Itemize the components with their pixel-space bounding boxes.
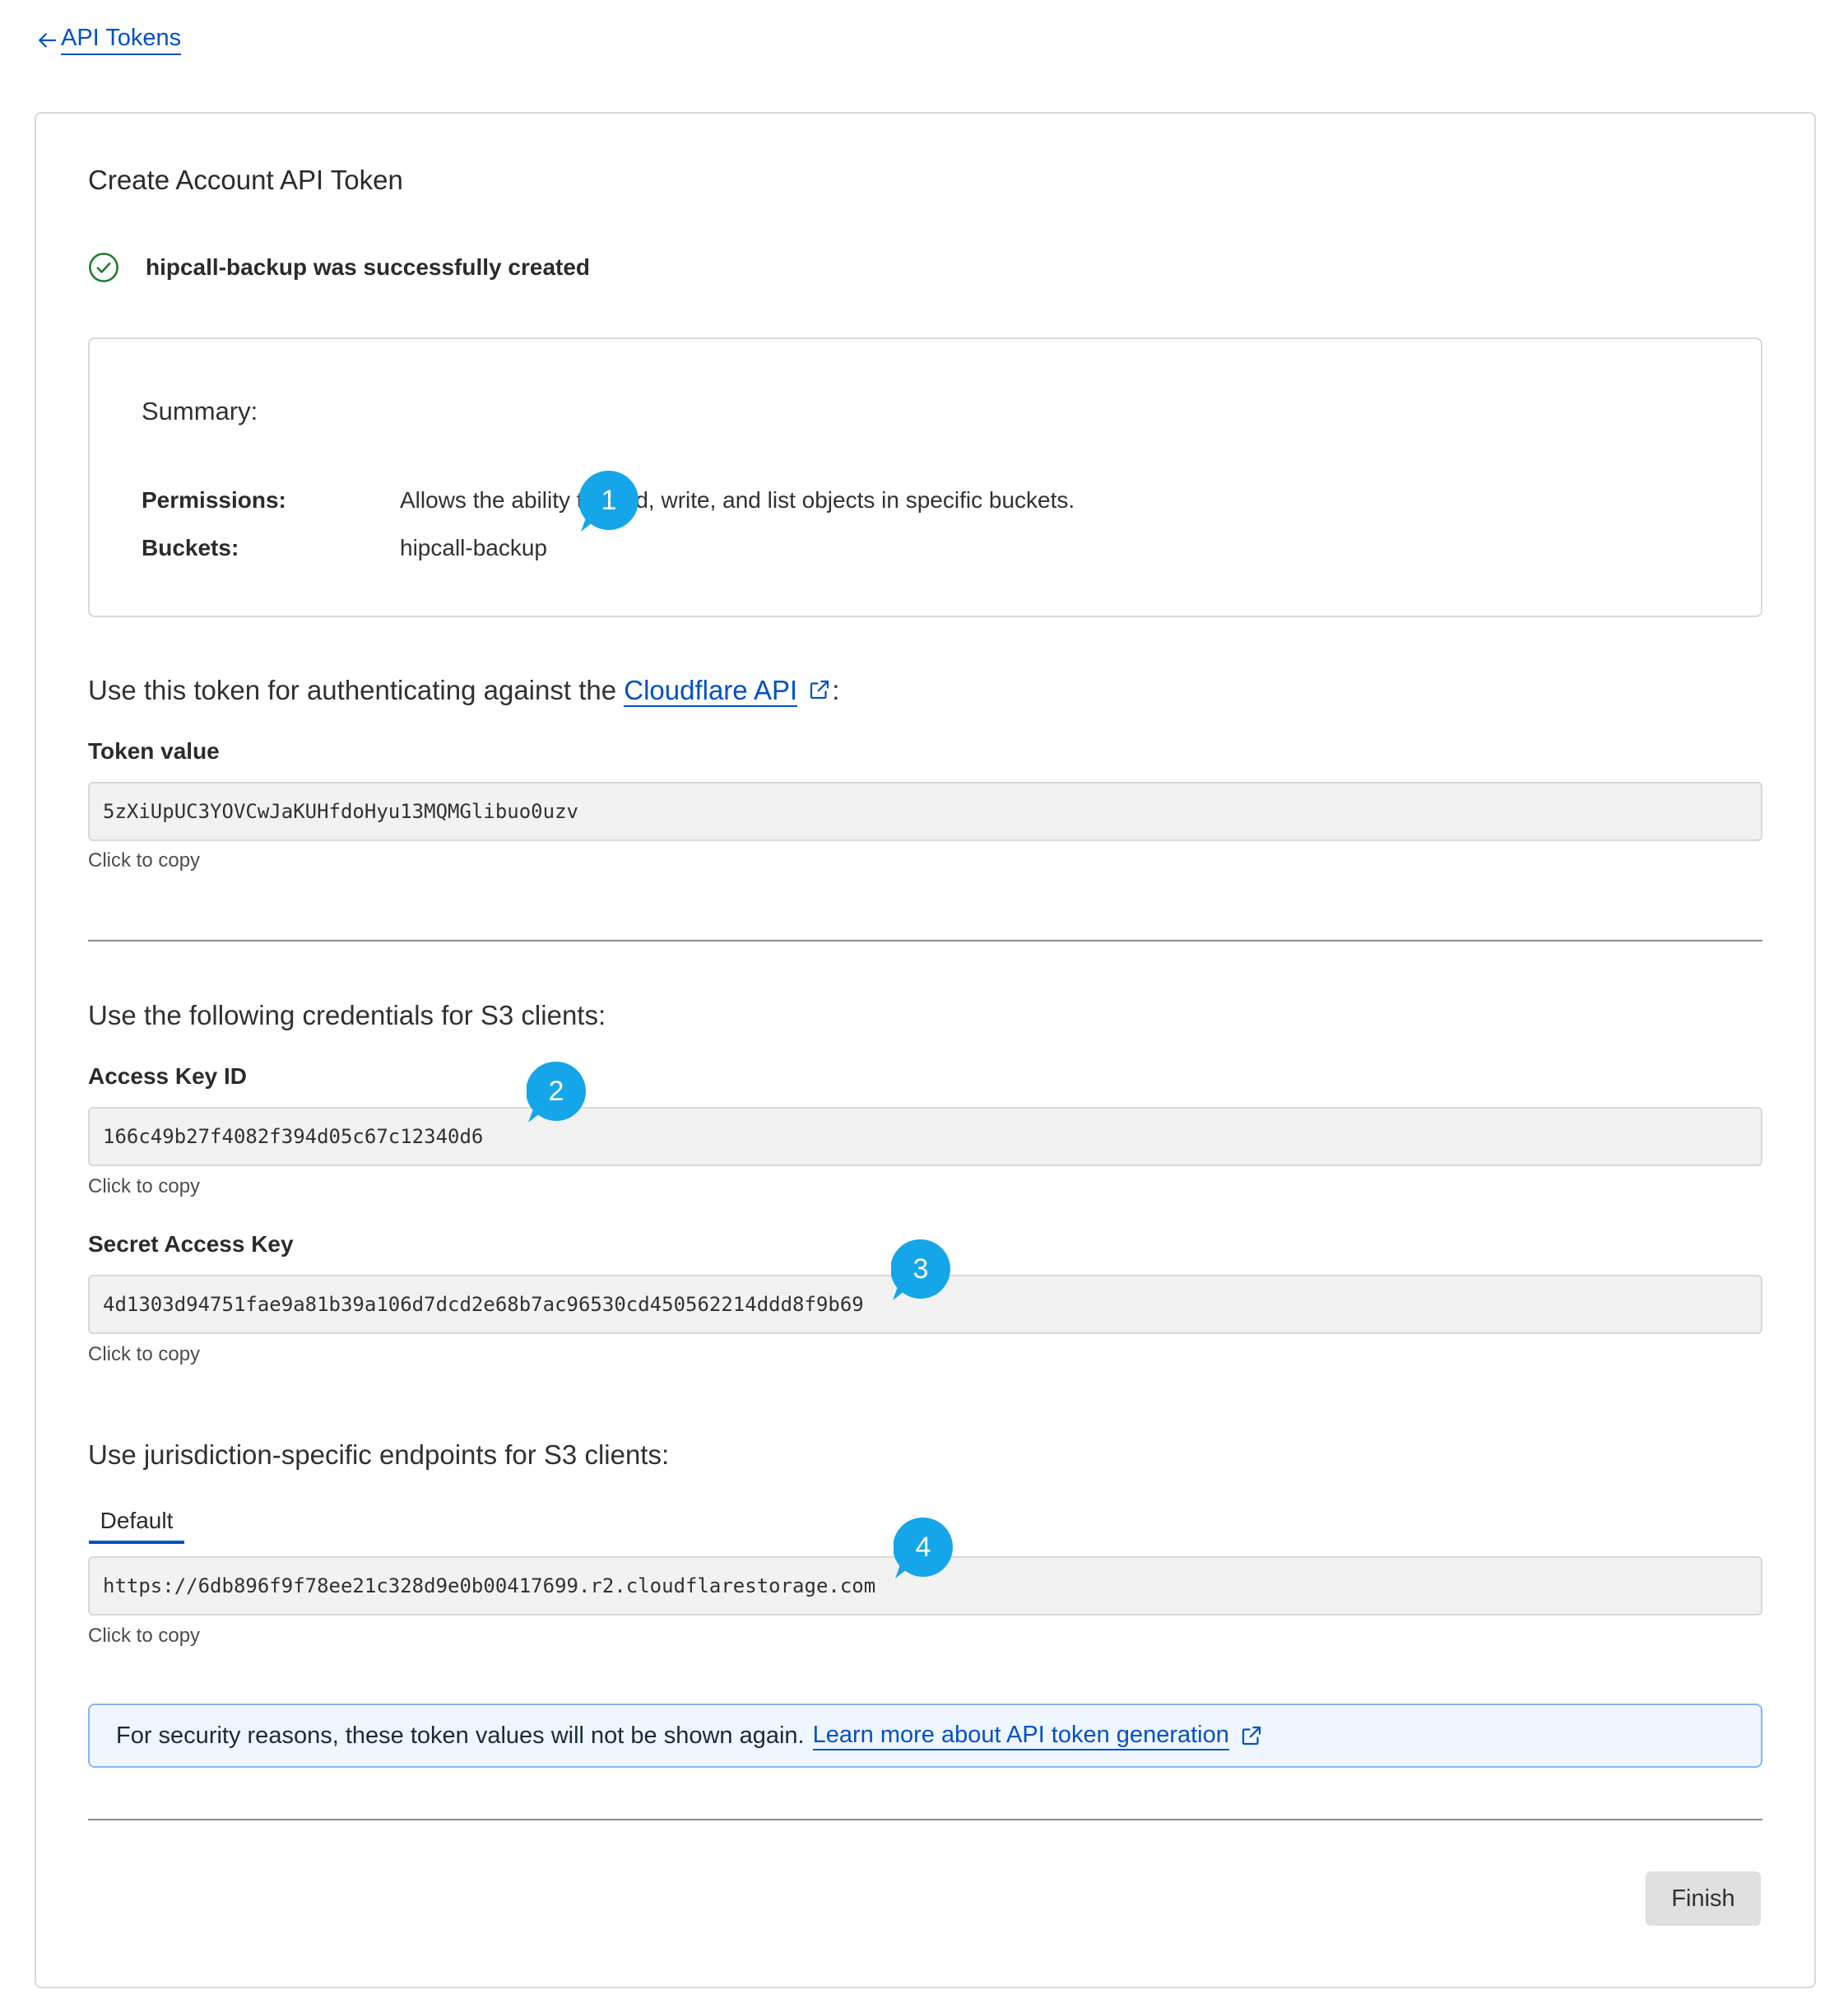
back-link-label: API Tokens xyxy=(61,25,182,55)
access-key-field[interactable]: 166c49b27f4082f394d05c67c12340d6 xyxy=(88,1107,1762,1166)
cloudflare-api-link[interactable]: Cloudflare API xyxy=(624,675,798,707)
external-link-icon[interactable] xyxy=(807,677,832,702)
security-notice: For security reasons, these token values… xyxy=(88,1704,1762,1768)
permissions-label: Permissions: xyxy=(142,487,286,513)
back-to-api-tokens-link[interactable]: API Tokens xyxy=(35,25,182,55)
success-message-row: hipcall-backup was successfully created xyxy=(88,252,590,283)
permissions-value: Allows the ability to read, write, and l… xyxy=(400,487,1075,513)
summary-heading: Summary: xyxy=(142,397,258,425)
section-divider xyxy=(88,940,1762,941)
summary-box xyxy=(88,337,1762,617)
security-notice-text: For security reasons, these token values… xyxy=(116,1722,805,1749)
api-token-intro: Use this token for authenticating agains… xyxy=(88,675,840,707)
endpoint-copy-hint: Click to copy xyxy=(88,1625,201,1647)
secret-key-label: Secret Access Key xyxy=(88,1231,294,1257)
annotation-bubble-1: 1 xyxy=(578,470,642,533)
endpoints-intro: Use jurisdiction-specific endpoints for … xyxy=(88,1439,670,1470)
token-copy-hint: Click to copy xyxy=(88,849,201,872)
footer-divider xyxy=(88,1819,1762,1820)
tab-default[interactable]: Default xyxy=(89,1504,184,1544)
token-value-field[interactable]: 5zXiUpUC3YOVCwJaKUHfdoHyu13MQMGlibuo0uzv xyxy=(88,782,1762,841)
arrow-left-icon xyxy=(39,32,57,48)
learn-more-link[interactable]: Learn more about API token generation xyxy=(812,1722,1229,1750)
s3-credentials-intro: Use the following credentials for S3 cli… xyxy=(88,1000,606,1030)
page-title: Create Account API Token xyxy=(88,165,403,195)
annotation-bubble-3: 3 xyxy=(890,1239,954,1302)
annotation-bubble-2: 2 xyxy=(526,1061,589,1124)
access-key-label: Access Key ID xyxy=(88,1063,248,1089)
success-message: hipcall-backup was successfully created xyxy=(146,254,591,280)
buckets-value: hipcall-backup xyxy=(400,535,547,560)
buckets-label: Buckets: xyxy=(142,535,239,560)
secret-key-copy-hint: Click to copy xyxy=(88,1343,201,1365)
annotation-bubble-4: 4 xyxy=(893,1517,956,1580)
token-value-label: Token value xyxy=(88,738,220,764)
check-circle-icon xyxy=(89,253,118,282)
external-link-icon[interactable] xyxy=(1239,1723,1264,1748)
finish-button[interactable]: Finish xyxy=(1646,1871,1761,1926)
access-key-copy-hint: Click to copy xyxy=(88,1175,201,1197)
